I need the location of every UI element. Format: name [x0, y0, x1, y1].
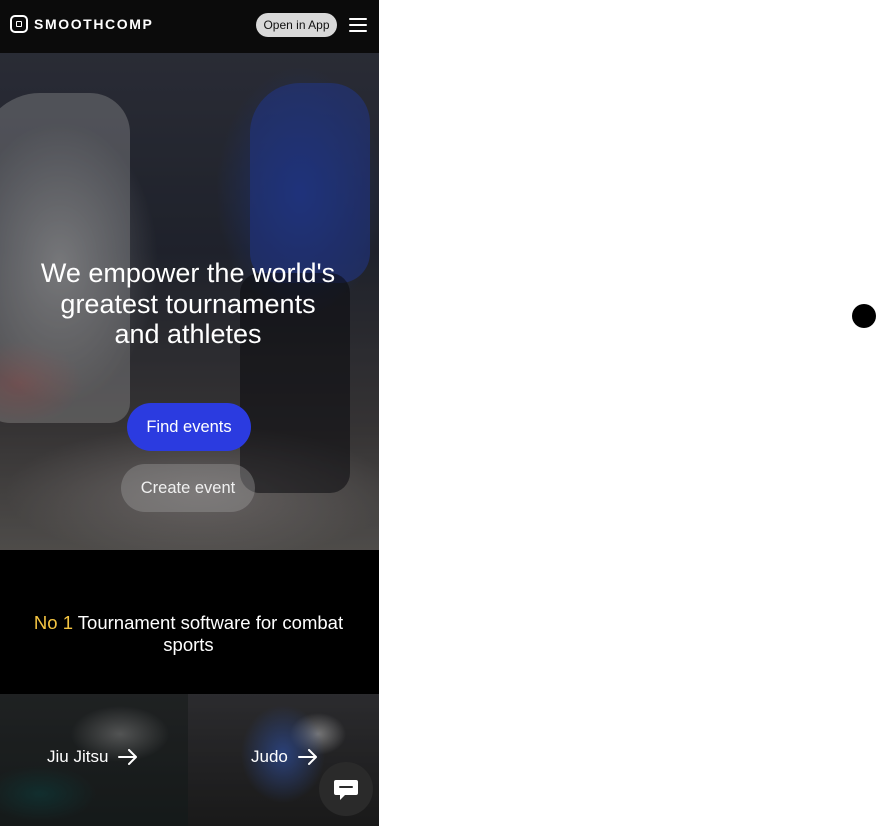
sport-tile-label: Judo	[251, 747, 318, 767]
arrow-right-icon	[297, 749, 317, 765]
tagline: No 1 Tournament software for combat spor…	[12, 612, 365, 656]
sport-name: Judo	[251, 747, 288, 766]
logo-icon	[10, 15, 28, 33]
open-in-app-button[interactable]: Open in App	[256, 13, 337, 37]
mobile-page: SMOOTHCOMP Open in App We empower the wo…	[0, 0, 379, 826]
chat-icon	[334, 780, 358, 800]
create-event-button[interactable]: Create event	[121, 464, 255, 512]
brand-logo[interactable]: SMOOTHCOMP	[10, 15, 153, 33]
hero-title: We empower the world's greatest tourname…	[40, 258, 336, 349]
arrow-right-icon	[118, 749, 138, 765]
hamburger-menu-icon[interactable]	[349, 18, 367, 32]
tagline-highlight: No 1	[33, 612, 73, 633]
sport-tile-label: Jiu Jitsu	[47, 747, 138, 767]
cursor-dot	[852, 304, 876, 328]
top-header: SMOOTHCOMP Open in App	[0, 0, 379, 53]
brand-name: SMOOTHCOMP	[34, 16, 154, 32]
hero-section: We empower the world's greatest tourname…	[0, 53, 379, 550]
sport-tile-jiu-jitsu[interactable]: Jiu Jitsu	[0, 694, 188, 826]
sport-name: Jiu Jitsu	[47, 747, 109, 766]
chat-button[interactable]	[319, 762, 373, 816]
tagline-text: Tournament software for combat sports	[77, 612, 344, 655]
find-events-button[interactable]: Find events	[127, 403, 251, 451]
